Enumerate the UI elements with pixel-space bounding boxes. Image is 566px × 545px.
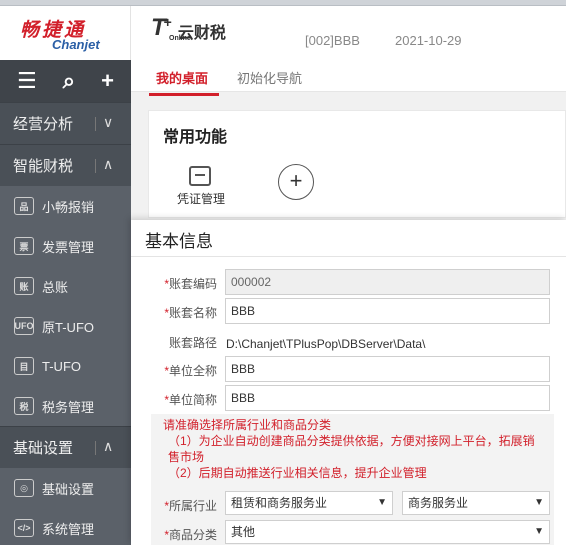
function-voucher-label[interactable]: 凭证管理 <box>177 190 225 207</box>
logo-en: Chanjet <box>52 37 100 52</box>
sidebar-item-system[interactable]: </> 系统管理 <box>0 508 131 545</box>
search-icon[interactable]: ⌕ <box>63 70 75 92</box>
sidebar-item-label: 原T-UFO <box>42 319 94 335</box>
sidebar-group-finance[interactable]: 智能财税 ∧ <box>0 144 131 186</box>
sidebar-item-label: 总账 <box>42 279 69 295</box>
reimburse-icon: 品 <box>14 197 34 215</box>
brand-online: Online <box>169 35 191 42</box>
sidebar-toolbar: ☰ ⌕ + <box>0 60 131 102</box>
sidebar-item-settings[interactable]: ◎ 基础设置 <box>0 468 131 508</box>
add-function-button[interactable]: + <box>278 164 314 200</box>
menu-icon[interactable]: ☰ <box>17 70 37 92</box>
sidebar-item-label: T-UFO <box>42 358 81 374</box>
logo[interactable]: 畅捷通 Chanjet <box>0 6 131 60</box>
sidebar: ☰ ⌕ + 经营分析 ∨ 智能财税 ∧ 品 小畅报销 票 发票管理 账 总账 U… <box>0 60 131 545</box>
account-path-value: D:\Chanjet\TPlusPop\DBServer\Data\ <box>226 337 426 351</box>
basic-info-dialog: 基本信息 *账套编码 000002 *账套名称 BBB 账套路径 D:\Chan… <box>131 220 566 545</box>
sidebar-group-label: 智能财税 <box>13 158 74 175</box>
account-code-label: *账套编码 <box>164 277 217 291</box>
category-label: *商品分类 <box>164 528 217 542</box>
sidebar-item-label: 发票管理 <box>42 239 95 255</box>
sidebar-item-label: 基础设置 <box>42 481 95 497</box>
account-name-label: *账套名称 <box>164 306 217 320</box>
product-brand: T + Online 云财税 <box>151 14 226 43</box>
chevron-down-icon: ▼ <box>377 497 387 508</box>
common-functions-card: 常用功能 凭证管理 + <box>148 110 566 218</box>
dialog-title: 基本信息 <box>145 232 213 251</box>
sidebar-item-label: 小畅报销 <box>42 199 95 215</box>
sidebar-group-label: 经营分析 <box>13 116 74 133</box>
chevron-down-icon: ∨ <box>103 114 114 130</box>
hint-line: 请准确选择所属行业和商品分类 <box>163 418 332 432</box>
brand-plus: + <box>163 14 172 30</box>
tab-init-guide[interactable]: 初始化导航 <box>237 68 302 87</box>
settings-icon: ◎ <box>14 479 34 497</box>
sidebar-group-analysis[interactable]: 经营分析 ∨ <box>0 102 131 144</box>
sidebar-item-reimburse[interactable]: 品 小畅报销 <box>0 186 131 226</box>
divider <box>95 159 96 173</box>
hint-line: （1）为企业自动创建商品分类提供依据，方便对接网上平台，拓展销售市场 <box>168 434 535 464</box>
ufo-icon: UFO <box>14 317 34 335</box>
account-name-field[interactable]: BBB <box>225 298 550 324</box>
sub-industry-select[interactable]: 商务服务业 ▼ <box>402 491 550 515</box>
sidebar-group-basic[interactable]: 基础设置 ∧ <box>0 426 131 468</box>
sidebar-group-label: 基础设置 <box>13 440 74 457</box>
company-fullname-label: *单位全称 <box>164 364 217 378</box>
industry-select[interactable]: 租赁和商务服务业 ▼ <box>225 491 393 515</box>
sidebar-item-invoice[interactable]: 票 发票管理 <box>0 226 131 266</box>
invoice-icon: 票 <box>14 237 34 255</box>
divider <box>95 441 96 455</box>
tab-my-desktop[interactable]: 我的桌面 <box>148 68 220 96</box>
system-icon: </> <box>14 519 34 537</box>
account-path-label: 账套路径 <box>168 336 217 350</box>
chevron-down-icon: ▼ <box>534 497 544 508</box>
industry-label: *所属行业 <box>164 499 217 513</box>
chevron-up-icon: ∧ <box>103 156 114 172</box>
tax-icon: 税 <box>14 397 34 415</box>
sidebar-item-label: 税务管理 <box>42 399 95 415</box>
divider <box>131 256 566 257</box>
header: T + Online 云财税 [002]BBB 2021-10-29 <box>131 6 566 60</box>
login-date: 2021-10-29 <box>395 33 462 48</box>
industry-hint: 请准确选择所属行业和商品分类 （1）为企业自动创建商品分类提供依据，方便对接网上… <box>151 414 554 487</box>
tab-bar: 我的桌面 初始化导航 <box>131 60 566 96</box>
ledger-icon: 账 <box>14 277 34 295</box>
chevron-down-icon: ▼ <box>534 526 544 537</box>
account-code-field: 000002 <box>225 269 550 295</box>
chevron-up-icon: ∧ <box>103 438 114 454</box>
sidebar-item-old-tufo[interactable]: UFO 原T-UFO <box>0 306 131 346</box>
category-select[interactable]: 其他 ▼ <box>225 520 550 544</box>
voucher-icon[interactable] <box>189 166 211 186</box>
company-shortname-field[interactable]: BBB <box>225 385 550 411</box>
company-shortname-label: *单位简称 <box>164 393 217 407</box>
company-fullname-field[interactable]: BBB <box>225 356 550 382</box>
sidebar-item-tax[interactable]: 税 税务管理 <box>0 386 131 426</box>
hint-line: （2）后期自动推送行业相关信息，提升企业管理 <box>168 466 427 480</box>
sidebar-item-label: 系统管理 <box>42 521 95 537</box>
divider <box>95 117 96 131</box>
sidebar-item-ledger[interactable]: 账 总账 <box>0 266 131 306</box>
tufo-icon: 目 <box>14 357 34 375</box>
account-label: [002]BBB <box>305 33 360 48</box>
sidebar-item-tufo[interactable]: 目 T-UFO <box>0 346 131 386</box>
add-icon[interactable]: + <box>101 70 114 92</box>
card-title: 常用功能 <box>163 129 228 146</box>
